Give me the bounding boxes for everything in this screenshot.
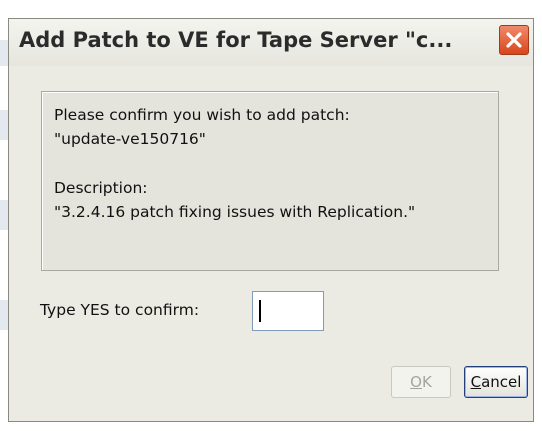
dialog-titlebar[interactable]: Add Patch to VE for Tape Server "c... [9,19,533,66]
type-yes-label: Type YES to confirm: [40,301,200,319]
ok-button[interactable]: OK [391,366,451,398]
cancel-button-mnemonic: C [470,373,482,391]
description-label: Description: [54,179,148,197]
ok-button-mnemonic: O [410,373,422,391]
confirm-text-input[interactable] [252,291,324,331]
cancel-button-label: ancel [481,373,522,391]
description-text: "3.2.4.16 patch fixing issues with Repli… [54,203,416,221]
patch-name-text: "update-ve150716" [54,130,206,148]
dialog-title: Add Patch to VE for Tape Server "c... [19,28,453,52]
add-patch-dialog: Add Patch to VE for Tape Server "c... Pl… [8,18,534,422]
confirmation-message-panel: Please confirm you wish to add patch: "u… [41,91,499,271]
close-icon [506,32,522,48]
ok-button-label: K [421,373,432,391]
text-caret [259,300,261,322]
cancel-button[interactable]: Cancel [464,366,528,398]
close-button[interactable] [499,25,529,55]
confirm-prompt-text: Please confirm you wish to add patch: [54,106,350,124]
